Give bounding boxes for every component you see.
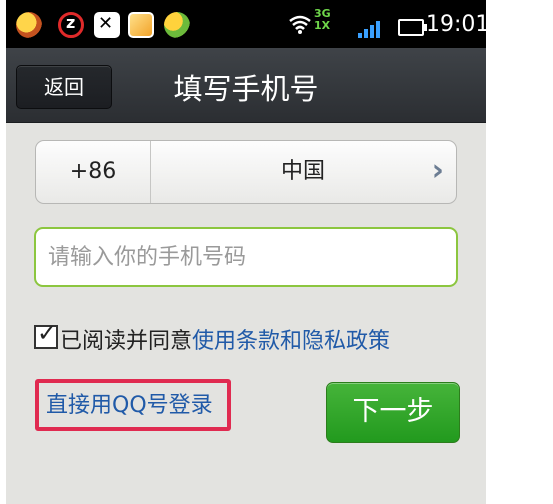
page-title: 填写手机号 (173, 72, 319, 106)
signal-icon (358, 20, 382, 38)
agreement-text: 已阅读并同意 (60, 329, 193, 354)
network-type-indicator: 3G 1X (314, 8, 331, 32)
chevron-right-icon: › (431, 153, 444, 188)
app-icon (16, 12, 42, 38)
phone-screen: 3G 1X 19:01 返回 填写手机号 +86 中国 › 已阅读并同意使用条款… (6, 0, 486, 504)
clock-app-icon (58, 12, 84, 38)
country-selector[interactable]: +86 中国 › (35, 140, 457, 204)
battery-icon (398, 19, 427, 36)
next-step-button[interactable]: 下一步 (326, 382, 460, 443)
close-app-icon (94, 12, 120, 38)
ball-app-icon (164, 12, 190, 38)
status-time: 19:01 (426, 12, 486, 37)
country-code[interactable]: +86 (36, 141, 151, 203)
terms-link[interactable]: 使用条款和隐私政策 (192, 329, 390, 354)
title-bar: 返回 填写手机号 (6, 48, 486, 123)
network-1x-label: 1X (314, 19, 331, 32)
agreement-row: 已阅读并同意使用条款和隐私政策 (34, 319, 390, 357)
phone-number-input[interactable] (34, 227, 458, 287)
status-bar: 3G 1X 19:01 (6, 0, 486, 48)
photo-app-icon (128, 12, 154, 38)
wifi-icon (288, 14, 312, 39)
qq-login-link[interactable]: 直接用QQ号登录 (46, 387, 213, 419)
country-name: 中国 (280, 159, 325, 184)
agree-checkbox[interactable] (34, 319, 58, 349)
